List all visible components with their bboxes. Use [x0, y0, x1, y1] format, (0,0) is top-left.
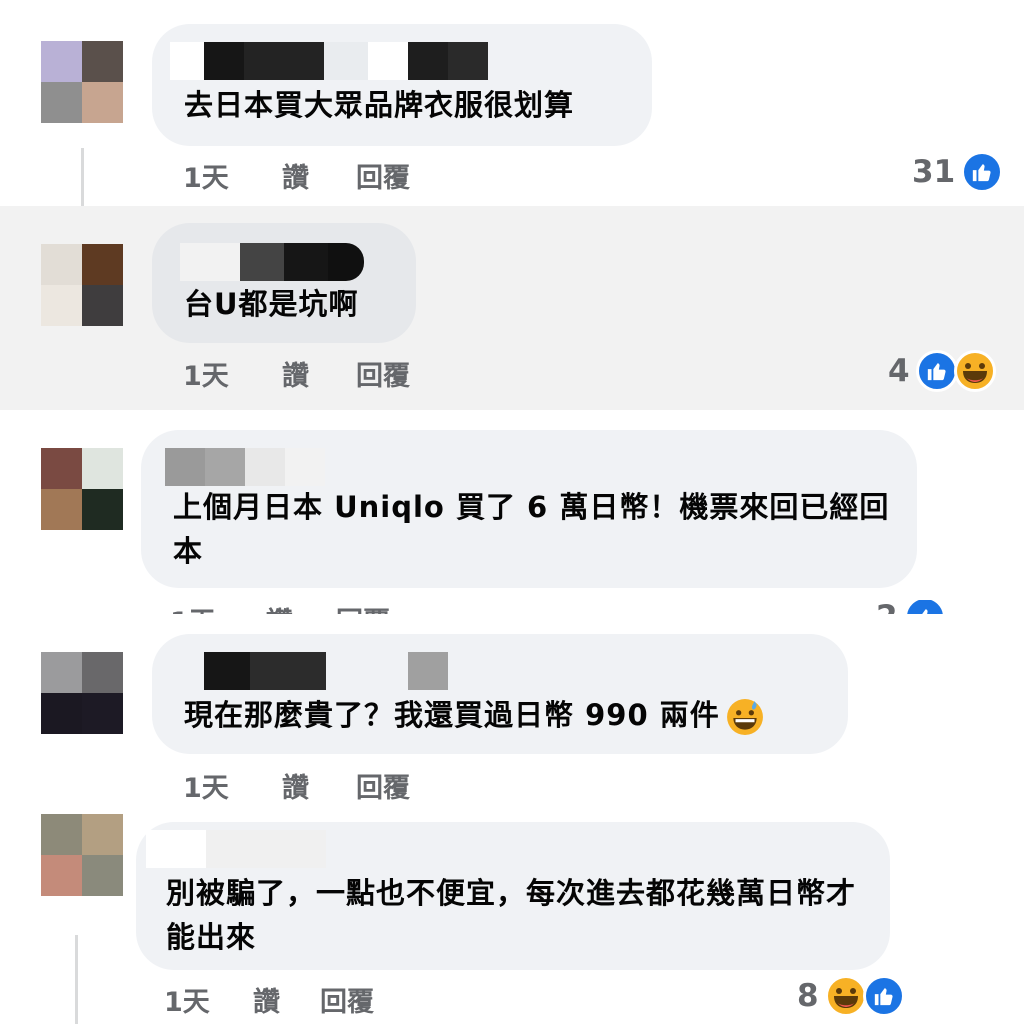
avatar-pixel — [41, 448, 82, 489]
reaction-count: 4 — [888, 353, 910, 389]
comment-text: 現在那麼貴了？我還買過日幣 990 兩件 — [184, 693, 764, 737]
avatar-pixel — [82, 693, 123, 734]
comment-text-line: 能出來 — [166, 920, 257, 954]
commenter-name-blurred[interactable] — [170, 42, 488, 80]
timestamp[interactable]: 1天 — [183, 766, 229, 805]
like-button[interactable]: 讚 — [253, 980, 280, 1019]
thread-line — [81, 148, 84, 206]
commenter-name-blurred[interactable] — [180, 243, 364, 281]
name-blur-block — [146, 830, 206, 868]
reaction-count: 31 — [912, 154, 956, 190]
name-blur-block — [204, 42, 244, 80]
comment-text-line: 上個月日本 Uniqlo 買了 6 萬日幣！機票來回已經回 — [173, 490, 890, 524]
like-icon — [961, 151, 1004, 193]
avatar[interactable] — [41, 814, 123, 896]
avatar-pixel — [82, 41, 123, 82]
name-blur-block — [170, 42, 204, 80]
avatar-pixel — [82, 814, 123, 855]
avatar[interactable] — [41, 448, 123, 530]
timestamp[interactable]: 1天 — [164, 980, 210, 1019]
avatar-pixel — [82, 448, 123, 489]
comment-text-line: 別被騙了，一點也不便宜，每次進去都花幾萬日幣才 — [166, 876, 857, 910]
comment-bubble: 去日本買大眾品牌衣服很划算 — [152, 24, 652, 146]
comment-bubble: 台U都是坑啊 — [152, 223, 416, 343]
comment-actions-clip: 1天 讚 回覆 2 — [0, 600, 1024, 614]
like-icon — [903, 600, 946, 614]
timestamp[interactable]: 1天 — [170, 600, 216, 614]
name-blur-block — [250, 652, 326, 690]
timestamp[interactable]: 1天 — [183, 156, 229, 195]
comment-text: 台U都是坑啊 — [184, 287, 359, 321]
reaction-summary[interactable]: 31 — [912, 151, 1004, 193]
avatar-pixel — [41, 489, 82, 530]
haha-icon — [824, 975, 867, 1017]
name-blur-block — [245, 448, 285, 486]
like-button[interactable]: 讚 — [282, 766, 309, 805]
name-blur-block — [240, 243, 284, 281]
grinning-sweat-emoji — [726, 699, 763, 735]
comment-bubble: 上個月日本 Uniqlo 買了 6 萬日幣！機票來回已經回 本 — [141, 430, 917, 588]
avatar-pixel — [41, 855, 82, 896]
reaction-count: 2 — [876, 600, 898, 614]
avatar-pixel — [82, 285, 123, 326]
haha-icon — [953, 350, 996, 392]
reply-button[interactable]: 回覆 — [356, 354, 410, 393]
like-icon — [862, 975, 905, 1017]
reply-button[interactable]: 回覆 — [356, 156, 410, 195]
comment-text-content: 現在那麼貴了？我還買過日幣 990 兩件 — [184, 698, 720, 732]
avatar-pixel — [41, 41, 82, 82]
name-blur-block — [204, 652, 250, 690]
comment-text-line: 本 — [173, 534, 204, 568]
avatar-pixel — [82, 652, 123, 693]
avatar-pixel — [41, 285, 82, 326]
commenter-name-blurred[interactable] — [165, 448, 325, 486]
name-blur-block — [206, 830, 326, 868]
name-blur-block — [284, 243, 328, 281]
name-blur-block — [328, 243, 364, 281]
reply-button[interactable]: 回覆 — [356, 766, 410, 805]
avatar-pixel — [82, 489, 123, 530]
avatar[interactable] — [41, 41, 123, 123]
commenter-name-blurred[interactable] — [146, 830, 326, 868]
timestamp[interactable]: 1天 — [183, 354, 229, 393]
reaction-summary[interactable]: 2 — [876, 600, 946, 614]
avatar-pixel — [82, 855, 123, 896]
avatar-pixel — [41, 652, 82, 693]
avatar[interactable] — [41, 244, 123, 326]
like-button[interactable]: 讚 — [266, 600, 293, 614]
like-button[interactable]: 讚 — [282, 156, 309, 195]
reaction-summary[interactable]: 8 — [797, 975, 905, 1017]
like-icon — [915, 350, 958, 392]
avatar-pixel — [82, 82, 123, 123]
like-button[interactable]: 讚 — [282, 354, 309, 393]
name-blur-block — [244, 42, 324, 80]
avatar[interactable] — [41, 652, 123, 734]
name-blur-block — [180, 243, 240, 281]
reply-button[interactable]: 回覆 — [336, 600, 390, 614]
name-blur-block — [285, 448, 325, 486]
reaction-summary[interactable]: 4 — [888, 350, 996, 392]
comment-text: 去日本買大眾品牌衣服很划算 — [184, 88, 575, 122]
avatar-pixel — [41, 814, 82, 855]
name-blur-block — [448, 42, 488, 80]
name-blur-block — [205, 448, 245, 486]
avatar-pixel — [41, 693, 82, 734]
name-blur-block — [408, 42, 448, 80]
avatar-pixel — [82, 244, 123, 285]
avatar-pixel — [41, 82, 82, 123]
name-blur-block — [324, 42, 368, 80]
name-blur-block — [368, 42, 408, 80]
comment-bubble: 別被騙了，一點也不便宜，每次進去都花幾萬日幣才 能出來 — [136, 822, 890, 970]
comment-bubble: 現在那麼貴了？我還買過日幣 990 兩件 — [152, 634, 848, 754]
name-blur-block — [165, 448, 205, 486]
avatar-pixel — [41, 244, 82, 285]
commenter-name-blurred[interactable] — [204, 652, 448, 690]
reply-button[interactable]: 回覆 — [320, 980, 374, 1019]
reaction-count: 8 — [797, 978, 819, 1014]
name-blur-block — [326, 652, 408, 690]
thread-line — [75, 935, 78, 1024]
name-blur-block — [408, 652, 448, 690]
